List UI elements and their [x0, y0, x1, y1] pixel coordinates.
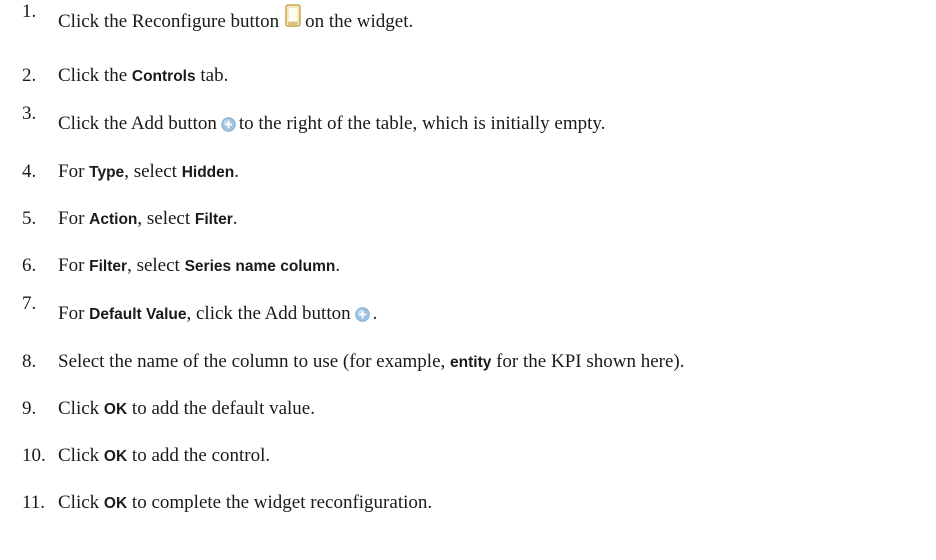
step-number: 5.	[22, 208, 37, 229]
step-text-fragment: , select	[137, 208, 195, 229]
ui-term: Action	[89, 211, 138, 228]
step-text-fragment: Click the	[58, 65, 132, 86]
step-text: Click the Controls tab.	[58, 65, 228, 86]
step-number: 3.	[22, 103, 37, 124]
step-text-fragment: For	[58, 303, 90, 324]
step-text-fragment: Click	[58, 492, 104, 513]
step-4: 4. For Type, select Hidden.	[22, 160, 239, 184]
ui-term: Filter	[194, 211, 233, 228]
step-9: 9. Click OK to add the default value.	[22, 397, 315, 421]
step-text-fragment: Click the Add button	[58, 113, 217, 134]
step-number: 8.	[22, 351, 37, 372]
step-text-fragment: on the widget.	[305, 11, 414, 32]
step-text-fragment: Click	[58, 398, 104, 419]
ui-term: Filter	[89, 258, 128, 275]
step-6: 6. For Filter, select Series name column.	[22, 254, 340, 278]
add-icon	[354, 305, 370, 322]
step-text-fragment: .	[232, 208, 238, 229]
step-text-fragment: .	[372, 303, 378, 324]
step-text-fragment: Click the Reconfigure button	[58, 11, 280, 32]
step-text: Click OK to add the control.	[58, 445, 270, 466]
ui-term: OK	[103, 495, 128, 512]
step-text-fragment: for the KPI shown here).	[491, 351, 685, 372]
step-10: 10. Click OK to add the control.	[22, 444, 270, 468]
ui-term: OK	[103, 448, 128, 465]
step-text-fragment: to add the control.	[127, 445, 271, 466]
step-number: 2.	[22, 65, 37, 86]
step-text: For Type, select Hidden.	[58, 161, 239, 182]
ui-term: Controls	[131, 68, 196, 85]
ui-term: Hidden	[181, 164, 235, 181]
step-text: For Action, select Filter.	[58, 208, 238, 229]
step-8: 8. Select the name of the column to use (…	[22, 350, 684, 374]
step-text: Click OK to complete the widget reconfig…	[58, 492, 432, 513]
step-text-fragment: to the right of the table, which is init…	[238, 113, 606, 134]
step-7: 7. For Default Value, click the Add butto…	[22, 293, 377, 326]
ui-term: Type	[89, 164, 125, 181]
ui-term: entity	[450, 354, 492, 371]
step-text-fragment: For	[58, 255, 90, 276]
step-text: For Default Value, click the Add button.	[58, 303, 377, 324]
step-text: Select the name of the column to use (fo…	[58, 351, 684, 372]
step-number: 4.	[22, 161, 37, 182]
step-text-fragment: Click	[58, 445, 104, 466]
step-number: 6.	[22, 255, 37, 276]
step-2: 2. Click the Controls tab.	[22, 64, 228, 88]
ui-term: Series name column	[184, 258, 336, 275]
step-text-fragment: to add the default value.	[127, 398, 315, 419]
step-text-fragment: , click the Add button	[186, 303, 351, 324]
step-text-fragment: For	[58, 208, 90, 229]
step-number: 10.	[22, 445, 46, 466]
step-number: 1.	[22, 1, 37, 22]
reconfigure-icon	[285, 4, 301, 27]
step-text-fragment: For	[58, 161, 90, 182]
step-text: Click the Add button to the right of the …	[58, 113, 605, 134]
step-text-fragment: .	[234, 161, 239, 182]
step-text: Click the Reconfigure button on the widge…	[58, 4, 414, 32]
step-3: 3. Click the Add button to the right of th…	[22, 103, 605, 136]
step-text-fragment: , select	[124, 161, 182, 182]
step-text-fragment: tab.	[195, 65, 229, 86]
step-number: 11.	[22, 492, 46, 513]
ui-term: Default Value	[89, 306, 187, 323]
add-icon	[221, 115, 236, 132]
step-5: 5. For Action, select Filter.	[22, 207, 238, 231]
step-text: Click OK to add the default value.	[58, 398, 315, 419]
step-number: 7.	[22, 293, 37, 314]
step-number: 9.	[22, 398, 37, 419]
step-text-fragment: Select the name of the column to use (fo…	[58, 351, 451, 372]
instruction-steps: 1. Click the Reconfigure button on the wid…	[0, 0, 936, 560]
ui-term: OK	[103, 401, 128, 418]
step-11: 11. Click OK to complete the widget recon…	[22, 491, 432, 515]
step-1: 1. Click the Reconfigure button on the wid…	[22, 1, 414, 34]
step-text-fragment: .	[335, 255, 341, 276]
step-text-fragment: to complete the widget reconfiguration.	[127, 492, 433, 513]
step-text-fragment: , select	[127, 255, 185, 276]
step-text: For Filter, select Series name column.	[58, 255, 340, 276]
